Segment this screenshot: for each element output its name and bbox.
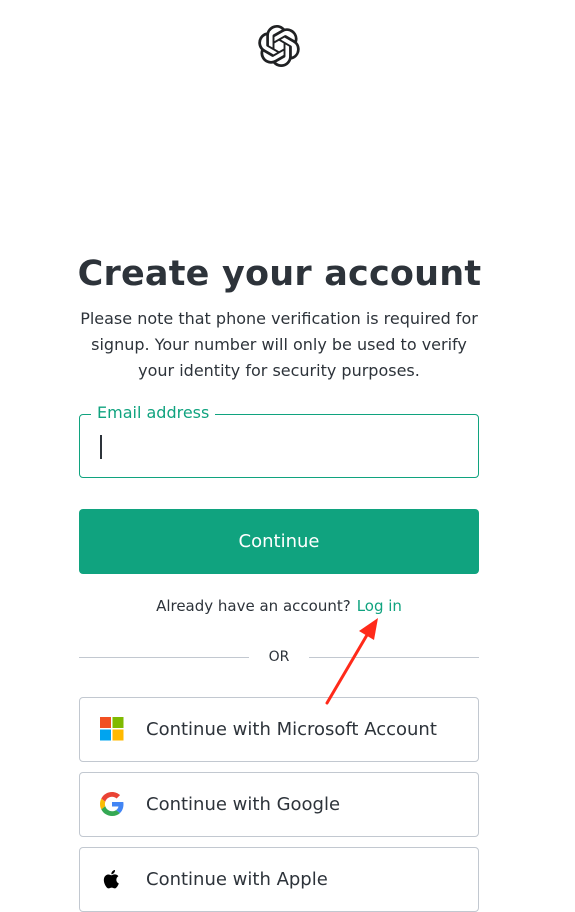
or-divider: OR <box>79 645 479 669</box>
microsoft-icon <box>100 717 124 741</box>
login-prompt-text: Already have an account? <box>156 597 351 615</box>
email-field[interactable]: Email address <box>79 401 479 478</box>
apple-login-button[interactable]: Continue with Apple <box>79 847 479 912</box>
google-login-button[interactable]: Continue with Google <box>79 772 479 837</box>
continue-button[interactable]: Continue <box>79 509 479 574</box>
divider-text: OR <box>268 649 290 665</box>
microsoft-login-label: Continue with Microsoft Account <box>146 719 437 740</box>
login-prompt-row: Already have an account? Log in <box>79 594 479 618</box>
microsoft-login-button[interactable]: Continue with Microsoft Account <box>79 697 479 762</box>
divider-line-right <box>309 657 479 658</box>
apple-login-label: Continue with Apple <box>146 869 328 890</box>
google-login-label: Continue with Google <box>146 794 341 815</box>
email-input[interactable] <box>81 416 477 476</box>
openai-logo-icon <box>258 25 300 67</box>
apple-icon <box>103 870 119 889</box>
google-icon <box>100 792 124 816</box>
signup-notice: Please note that phone verification is r… <box>80 309 478 380</box>
text-cursor <box>100 435 102 459</box>
divider-line-left <box>79 657 249 658</box>
page-title: Create your account <box>77 254 482 294</box>
login-link[interactable]: Log in <box>357 597 402 615</box>
